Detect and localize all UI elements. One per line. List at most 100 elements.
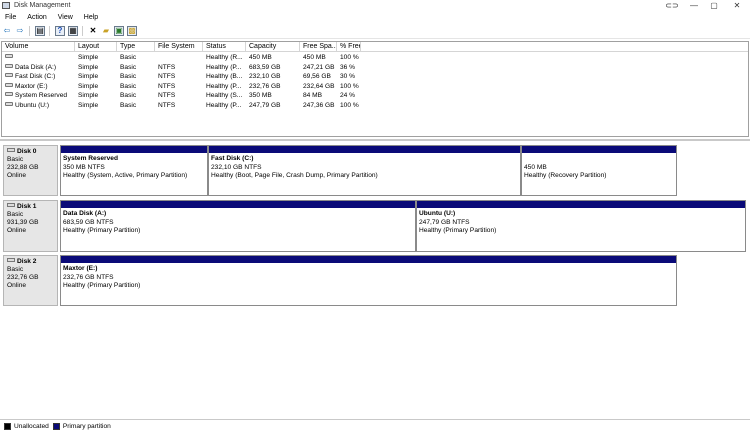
legend: Unallocated Primary partition [0, 419, 750, 433]
title-bar: Disk Management ⊂⊃ — ▢ ✕ [0, 0, 750, 11]
cell-free-space: 247,21 GB [303, 63, 335, 71]
partition-data-disk-a[interactable]: Data Disk (A:) 683,59 GB NTFS Healthy (P… [60, 200, 416, 252]
cell-percent-free: 36 % [340, 63, 356, 71]
disk-1-label[interactable]: Disk 1 Basic 931,39 GB Online [3, 200, 58, 252]
cell-capacity: 683,59 GB [249, 63, 281, 71]
unallocated-swatch [4, 423, 11, 430]
cell-capacity: 247,79 GB [249, 101, 281, 109]
volume-list[interactable]: Volume Layout Type File System Status Ca… [1, 41, 749, 137]
cell-type: Basic [120, 92, 137, 99]
menu-view[interactable]: View [58, 14, 73, 21]
partition-size: 350 MB NTFS [63, 163, 105, 171]
cell-layout: Simple [78, 101, 99, 109]
column-capacity[interactable]: Capacity [246, 42, 300, 52]
delete-icon[interactable]: ✕ [88, 26, 98, 36]
disk-state: Online [7, 282, 27, 289]
open-folder-icon[interactable]: ▰ [101, 26, 111, 36]
column-free-space[interactable]: Free Spa... [300, 42, 337, 52]
column-layout[interactable]: Layout [75, 42, 117, 52]
partition-size: 450 MB [524, 163, 547, 171]
disk-settings-icon[interactable]: ▩ [127, 25, 137, 36]
menu-help[interactable]: Help [84, 14, 98, 21]
table-row[interactable]: System Reserved Simple Basic NTFS Health… [2, 91, 748, 101]
legend-primary-partition: Primary partition [62, 423, 111, 430]
disk-graphical-view: Disk 0 Basic 232,88 GB Online System Res… [0, 139, 750, 419]
disk-0-label[interactable]: Disk 0 Basic 232,88 GB Online [3, 145, 58, 196]
maximize-button[interactable]: ▢ [704, 0, 724, 11]
partition-size: 232,76 GB NTFS [63, 273, 114, 281]
partition-fast-disk-c[interactable]: Fast Disk (C:) 232,10 GB NTFS Healthy (B… [208, 145, 521, 196]
partition-bar [61, 256, 676, 263]
cell-status: Healthy (P... [206, 82, 242, 90]
disk-state: Online [7, 172, 27, 179]
partition-name: Maxtor (E:) [63, 265, 98, 272]
partition-ubuntu-u[interactable]: Ubuntu (U:) 247,79 GB NTFS Healthy (Prim… [416, 200, 746, 252]
partition-status: Healthy (Boot, Page File, Crash Dump, Pr… [211, 172, 378, 179]
table-row[interactable]: Ubuntu (U:) Simple Basic NTFS Healthy (P… [2, 101, 748, 111]
column-file-system[interactable]: File System [155, 42, 203, 52]
console-tree-icon[interactable]: ▤ [35, 25, 45, 36]
partition-recovery[interactable]: 450 MB Healthy (Recovery Partition) [521, 145, 677, 196]
cell-status: Healthy (S... [206, 92, 243, 99]
menu-file[interactable]: File [5, 14, 16, 21]
cell-volume: Data Disk (A:) [15, 63, 57, 71]
partition-name: Ubuntu (U:) [419, 210, 456, 217]
cell-status: Healthy (P... [206, 101, 242, 109]
partition-system-reserved[interactable]: System Reserved 350 MB NTFS Healthy (Sys… [60, 145, 208, 196]
partition-bar [61, 201, 415, 208]
cell-capacity: 232,76 GB [249, 82, 281, 90]
table-row[interactable]: Data Disk (A:) Simple Basic NTFS Healthy… [2, 63, 748, 73]
disk-name: Disk 1 [17, 203, 37, 210]
disk-state: Online [7, 227, 27, 234]
disk-2-label[interactable]: Disk 2 Basic 232,76 GB Online [3, 255, 58, 306]
export-icon[interactable]: ▣ [114, 25, 124, 36]
cell-type: Basic [120, 63, 137, 71]
properties-icon[interactable]: ▦ [68, 25, 78, 36]
disk-size: 232,76 GB [7, 274, 39, 281]
partition-status: Healthy (Primary Partition) [419, 227, 497, 234]
disk-size: 232,88 GB [7, 164, 39, 171]
close-button[interactable]: ✕ [726, 0, 748, 11]
disk-icon [7, 148, 15, 153]
cell-free-space: 84 MB [303, 92, 323, 99]
help-icon[interactable]: ? [55, 25, 65, 36]
link-icon[interactable]: ⊂⊃ [662, 0, 682, 11]
partition-name: System Reserved [63, 155, 118, 162]
cell-free-space: 232,64 GB [303, 82, 335, 90]
drive-icon [5, 101, 13, 106]
disk-management-window: Disk Management ⊂⊃ — ▢ ✕ File Action Vie… [0, 0, 750, 433]
cell-file-system: NTFS [158, 101, 176, 109]
menu-action[interactable]: Action [27, 14, 46, 21]
cell-percent-free: 100 % [340, 54, 359, 61]
column-type[interactable]: Type [117, 42, 155, 52]
legend-unallocated: Unallocated [14, 423, 49, 430]
partition-name [524, 155, 606, 164]
table-row[interactable]: Simple Basic Healthy (R... 450 MB 450 MB… [2, 53, 748, 63]
table-row[interactable]: Maxtor (E:) Simple Basic NTFS Healthy (P… [2, 82, 748, 92]
toolbar-separator [49, 25, 50, 36]
partition-name: Fast Disk (C:) [211, 155, 254, 162]
column-status[interactable]: Status [203, 42, 246, 52]
toolbar: ⇦ ⇨ ▤ ? ▦ ✕ ▰ ▣ ▩ [0, 23, 750, 39]
cell-volume: Fast Disk (C:) [15, 73, 56, 80]
forward-arrow-icon[interactable]: ⇨ [15, 26, 25, 36]
disk-icon [7, 258, 15, 263]
partition-bar [61, 146, 207, 153]
disk-icon [7, 203, 15, 208]
back-arrow-icon[interactable]: ⇦ [2, 26, 12, 36]
column-volume[interactable]: Volume [2, 42, 75, 52]
partition-size: 232,10 GB NTFS [211, 163, 262, 171]
table-row[interactable]: Fast Disk (C:) Simple Basic NTFS Healthy… [2, 72, 748, 82]
cell-status: Healthy (P... [206, 63, 242, 71]
drive-icon [5, 63, 13, 68]
minimize-button[interactable]: — [684, 0, 704, 11]
partition-bar [522, 146, 676, 153]
disk-size: 931,39 GB [7, 219, 39, 226]
cell-file-system: NTFS [158, 73, 176, 80]
cell-type: Basic [120, 73, 137, 80]
disk-type: Basic [7, 211, 24, 218]
partition-maxtor-e[interactable]: Maxtor (E:) 232,76 GB NTFS Healthy (Prim… [60, 255, 677, 306]
cell-volume: Maxtor (E:) [15, 82, 48, 90]
column-percent-free[interactable]: % Free [337, 42, 361, 52]
cell-free-space: 69,56 GB [303, 73, 331, 80]
